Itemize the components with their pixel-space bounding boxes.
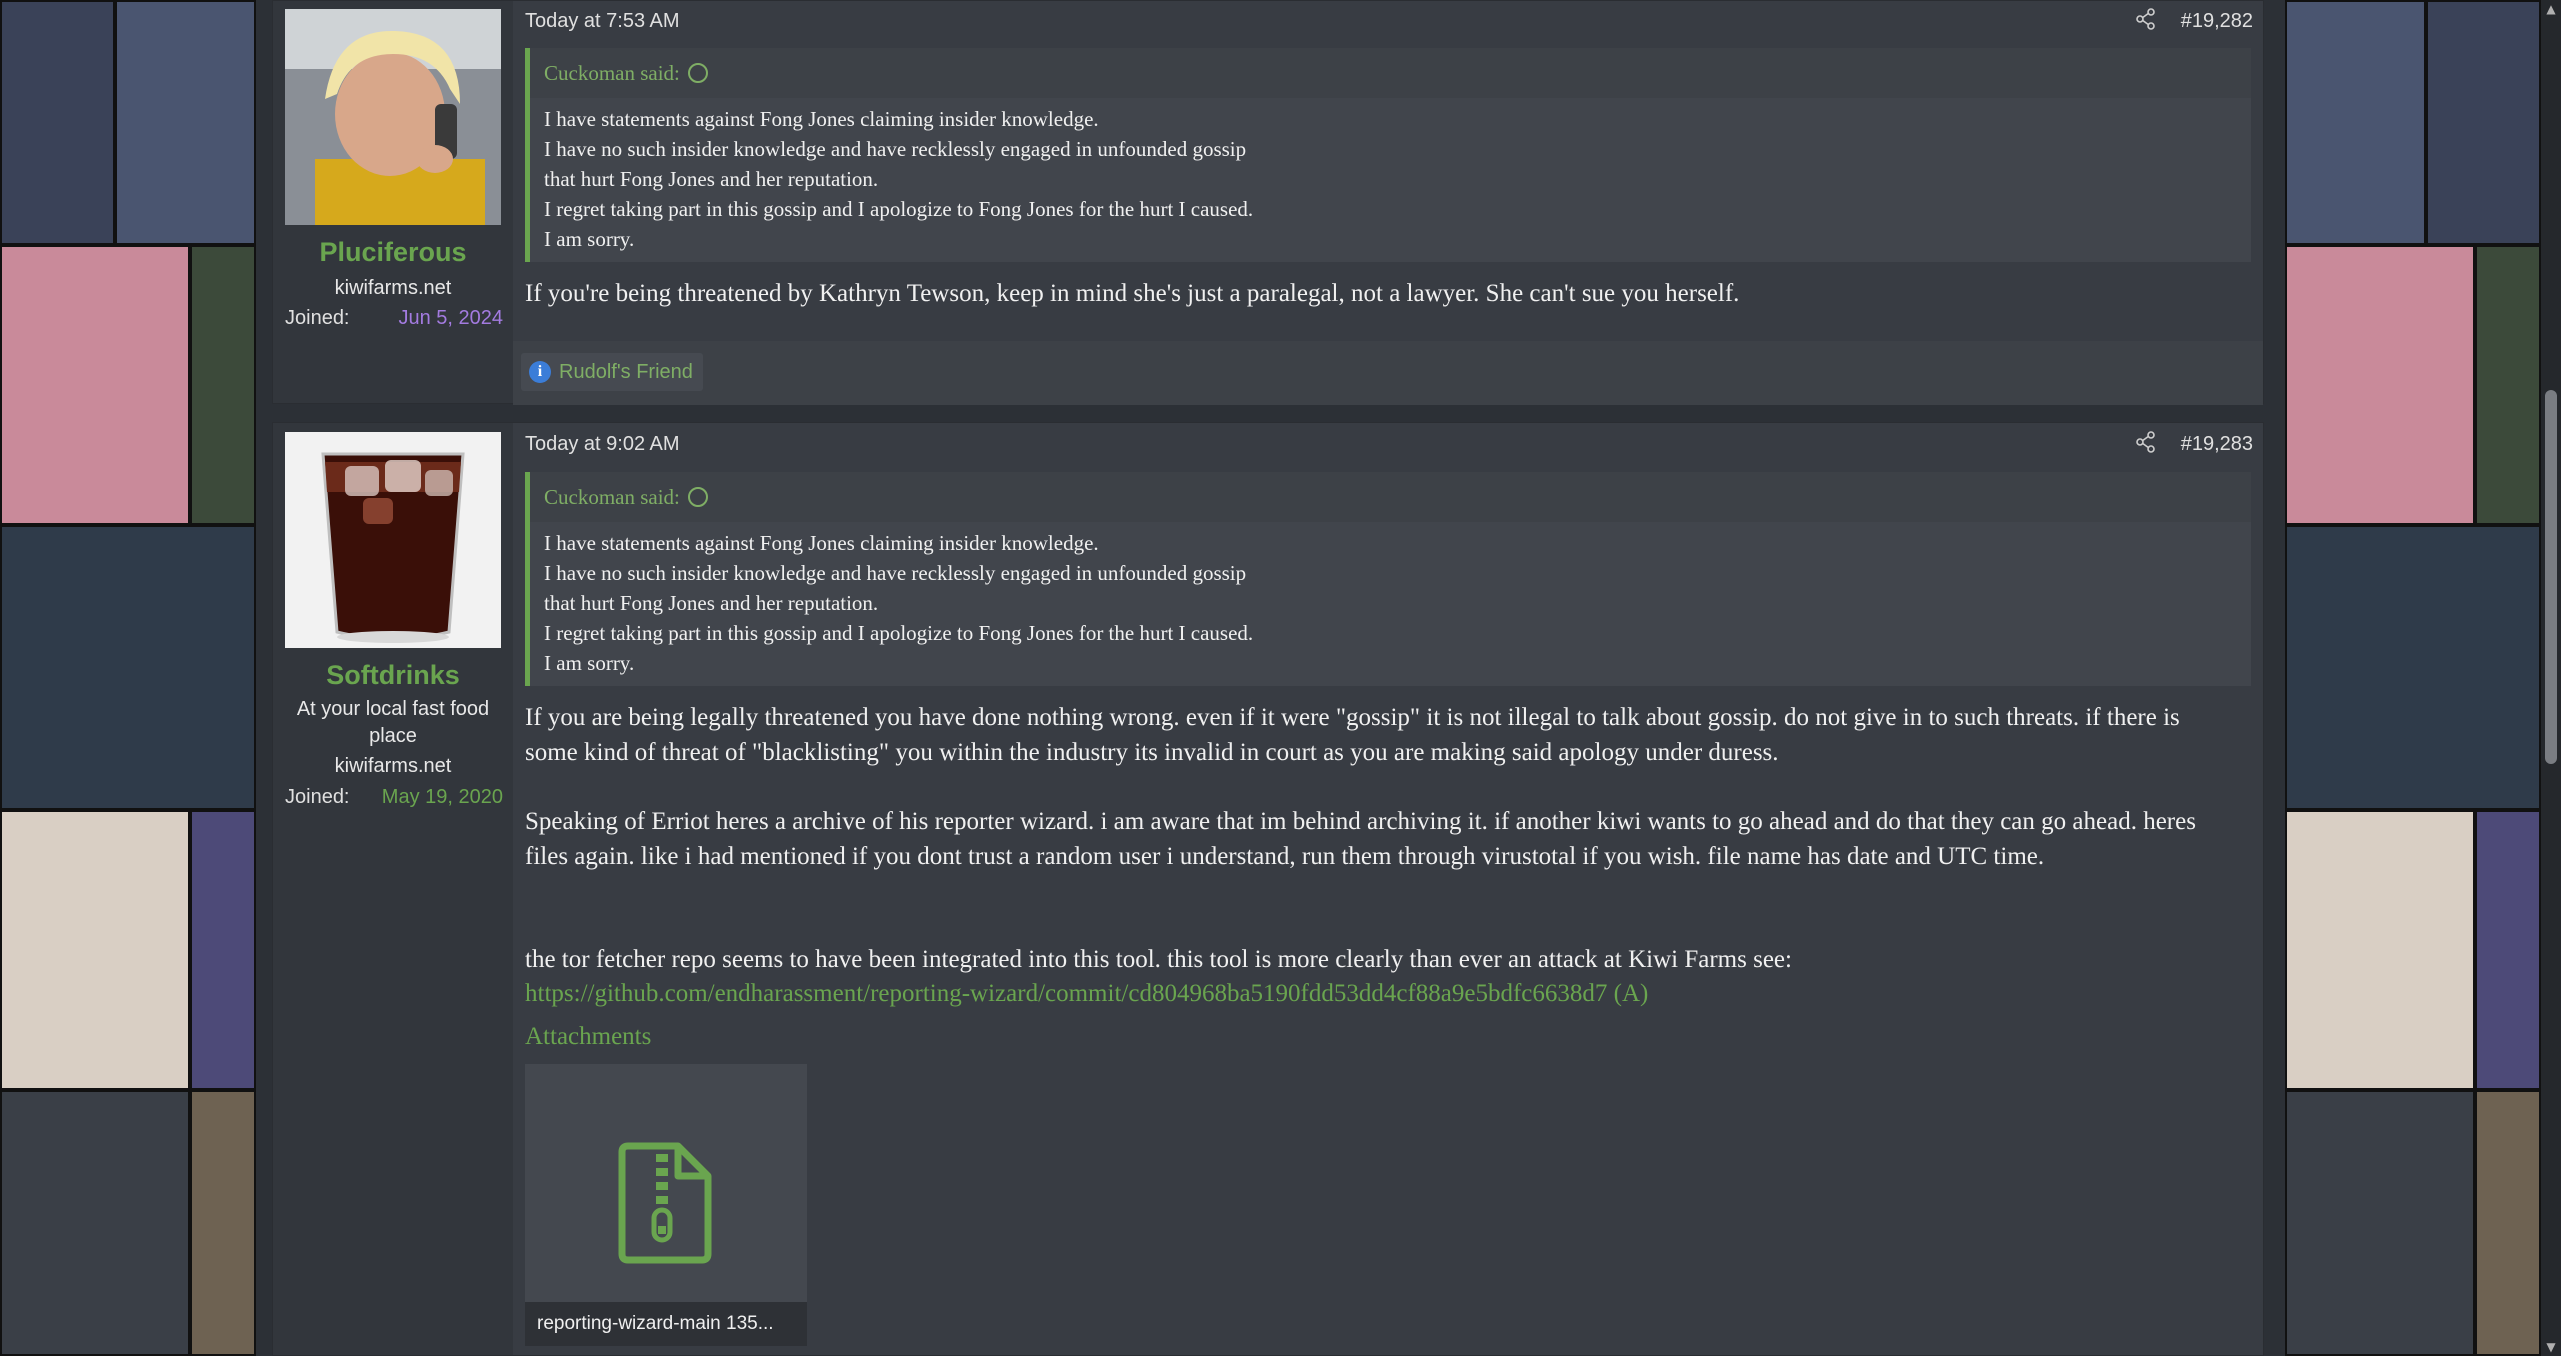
post-meta: Today at 9:02 AM #19,283	[525, 431, 2253, 456]
up-arrow-circle-icon[interactable]	[687, 487, 708, 508]
reaction-bar: i Rudolf's Friend	[513, 341, 2263, 405]
zip-file-icon	[618, 1142, 712, 1264]
post-timestamp[interactable]: Today at 9:02 AM	[525, 433, 680, 455]
quote-line: I regret taking part in this gossip and …	[544, 197, 1254, 221]
joined-date: May 19, 2020	[381, 786, 503, 808]
quote-block: Cuckoman said: I have statements against…	[525, 48, 2251, 262]
quote-author[interactable]: Cuckoman said:	[544, 61, 680, 85]
post-number[interactable]: #19,282	[2181, 10, 2253, 33]
quote-author[interactable]: Cuckoman said:	[544, 485, 680, 509]
quote-line: that hurt Fong Jones and her reputation.	[544, 167, 879, 191]
avatar[interactable]	[285, 432, 501, 648]
post-paragraph: If you are being legally threatened you …	[525, 704, 2180, 766]
quote-line: I have no such insider knowledge and hav…	[544, 561, 1247, 585]
quote-block: Cuckoman said: I have statements against…	[525, 472, 2251, 686]
scroll-down-icon[interactable]: ▼	[2544, 1340, 2558, 1354]
reaction-label[interactable]: Rudolf's Friend	[559, 361, 693, 384]
reaction-badge[interactable]: i Rudolf's Friend	[521, 353, 703, 391]
info-icon: i	[529, 361, 551, 383]
scrollbar-thumb[interactable]	[2545, 390, 2557, 764]
quote-line: I am sorry.	[544, 651, 635, 675]
attachments-heading: Attachments	[525, 1023, 652, 1050]
quote-line: I have statements against Fong Jones cla…	[544, 107, 1099, 131]
quote-line: I have statements against Fong Jones cla…	[544, 531, 1099, 555]
post-19283: Softdrinks At your local fast food place…	[272, 422, 2264, 1356]
user-title: At your local fast food	[296, 698, 490, 720]
quote-line: that hurt Fong Jones and her reputation.	[544, 591, 879, 615]
commit-link[interactable]: https://github.com/endharassment/reporti…	[525, 976, 2233, 1011]
quote-header[interactable]: Cuckoman said:	[530, 48, 2251, 98]
quote-line: I have no such insider knowledge and hav…	[544, 137, 1247, 161]
quote-header[interactable]: Cuckoman said:	[530, 472, 2251, 522]
post-paragraph: Speaking of Erriot heres a archive of hi…	[525, 808, 2196, 870]
username[interactable]: Softdrinks	[273, 660, 513, 691]
scroll-up-icon[interactable]: ▲	[2544, 2, 2558, 16]
user-cell: Softdrinks At your local fast food place…	[273, 423, 513, 1355]
share-icon[interactable]	[2135, 8, 2157, 30]
post-number[interactable]: #19,283	[2181, 433, 2253, 456]
attachment-filename[interactable]: reporting-wizard-main 135...	[525, 1302, 807, 1346]
user-site: kiwifarms.net	[334, 755, 452, 777]
joined-label: Joined:	[285, 786, 350, 808]
right-background-comics	[2285, 0, 2541, 1356]
left-background-comics	[0, 0, 256, 1356]
attachment-thumbnail[interactable]: reporting-wizard-main 135...	[525, 1064, 807, 1346]
post-meta: Today at 7:53 AM #19,282	[525, 8, 2253, 33]
quote-line: I am sorry.	[544, 227, 635, 251]
post-19282: Pluciferous kiwifarms.net Joined: Jun 5,…	[272, 0, 2264, 405]
post-timestamp[interactable]: Today at 7:53 AM	[525, 10, 680, 32]
post-body: If you're being threatened by Kathryn Te…	[525, 280, 1740, 307]
page-scrollbar[interactable]: ▲ ▼	[2541, 0, 2561, 1356]
joined-date: Jun 5, 2024	[398, 307, 503, 329]
user-site: kiwifarms.net	[334, 277, 452, 299]
user-cell: Pluciferous kiwifarms.net Joined: Jun 5,…	[273, 1, 513, 403]
username[interactable]: Pluciferous	[273, 237, 513, 268]
post-paragraph: the tor fetcher repo seems to have been …	[525, 946, 1792, 973]
up-arrow-circle-icon[interactable]	[687, 63, 708, 84]
quote-line: I regret taking part in this gossip and …	[544, 621, 1254, 645]
joined-row: Joined: Jun 5, 2024	[285, 307, 503, 330]
avatar[interactable]	[285, 9, 501, 225]
share-icon[interactable]	[2135, 431, 2157, 453]
joined-row: Joined: May 19, 2020	[285, 786, 503, 809]
user-title: place	[369, 725, 417, 747]
joined-label: Joined:	[285, 307, 350, 329]
